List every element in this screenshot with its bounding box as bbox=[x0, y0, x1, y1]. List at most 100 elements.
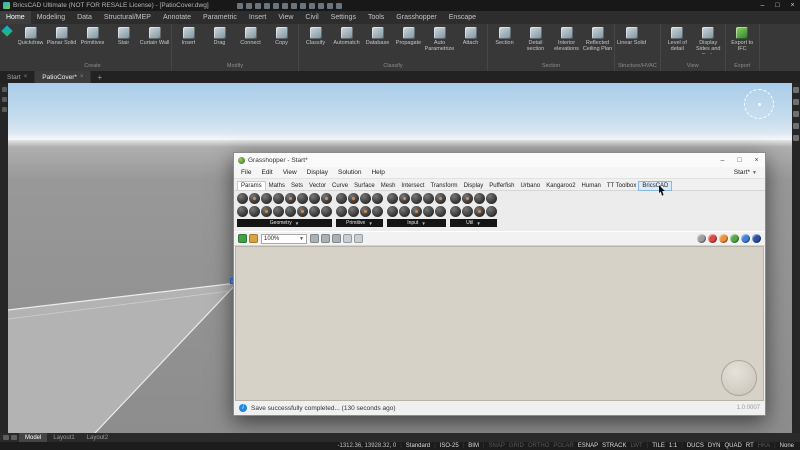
category-tab[interactable]: Kangaroo2 bbox=[543, 182, 578, 190]
ribbon-tab[interactable]: Civil bbox=[299, 11, 324, 24]
category-tab[interactable]: Vector bbox=[306, 182, 329, 190]
category-tab[interactable]: TT Toolbox bbox=[604, 182, 639, 190]
save-icon[interactable] bbox=[238, 234, 247, 243]
edge-toolbar-icon-1[interactable] bbox=[1, 87, 7, 92]
category-tab[interactable]: Sets bbox=[288, 182, 306, 190]
document-tab[interactable]: Start × bbox=[0, 71, 36, 83]
menu-item[interactable]: Edit bbox=[256, 169, 277, 176]
gh-component-icon[interactable] bbox=[336, 206, 347, 217]
ribbon-button-drag[interactable]: Drag bbox=[204, 26, 235, 46]
structure-panel-icon[interactable] bbox=[793, 111, 799, 117]
gh-component-icon[interactable] bbox=[285, 206, 296, 217]
redo-icon[interactable] bbox=[290, 2, 297, 9]
ribbon-button-connect[interactable]: Connect bbox=[235, 26, 266, 46]
grasshopper-titlebar[interactable]: Grasshopper - Start* – □ × bbox=[234, 153, 765, 167]
new-document-button[interactable]: + bbox=[91, 71, 108, 83]
gh-component-icon[interactable] bbox=[399, 193, 410, 204]
gh-component-icon[interactable] bbox=[450, 206, 461, 217]
category-tab[interactable]: Urbano bbox=[518, 182, 544, 190]
report-panel-icon[interactable] bbox=[793, 123, 799, 129]
gh-component-icon[interactable] bbox=[486, 193, 497, 204]
ribbon-button-primitives[interactable]: Primitives bbox=[77, 26, 108, 46]
zoom-target-icon[interactable] bbox=[310, 234, 319, 243]
gh-component-icon[interactable] bbox=[435, 193, 446, 204]
gh-component-icon[interactable] bbox=[435, 206, 446, 217]
maximize-button[interactable]: □ bbox=[770, 0, 785, 11]
category-tab[interactable]: Pufferfish bbox=[486, 182, 517, 190]
ribbon-button-curtain-wall[interactable]: Curtain Wall bbox=[139, 26, 170, 46]
ribbon-tab[interactable]: Data bbox=[71, 11, 98, 24]
preview-eye-icon[interactable] bbox=[321, 234, 330, 243]
gh-close-button[interactable]: × bbox=[748, 153, 765, 167]
minimize-button[interactable]: – bbox=[755, 0, 770, 11]
menu-item[interactable]: File bbox=[236, 169, 256, 176]
open-icon[interactable] bbox=[245, 2, 252, 9]
ribbon-tab[interactable]: Home bbox=[0, 11, 31, 24]
category-tab[interactable]: Maths bbox=[266, 182, 288, 190]
ribbon-tab[interactable]: Settings bbox=[325, 11, 362, 24]
grasshopper-canvas[interactable] bbox=[235, 246, 764, 401]
menu-item[interactable]: Display bbox=[302, 169, 333, 176]
gh-palette-group-label[interactable]: Primitive ▼ bbox=[336, 219, 383, 227]
status-toggle-none[interactable]: None bbox=[780, 443, 794, 449]
ribbon-button-level-of-detail[interactable]: Level of detail bbox=[662, 26, 693, 53]
close-button[interactable]: × bbox=[785, 0, 800, 11]
ribbon-tab[interactable]: Grasshopper bbox=[390, 11, 442, 24]
print-icon[interactable] bbox=[272, 2, 279, 9]
preview-wire-ball[interactable] bbox=[708, 234, 717, 243]
bricscad-app-icon[interactable] bbox=[0, 24, 14, 71]
category-tab[interactable]: Intersect bbox=[398, 182, 427, 190]
gh-component-icon[interactable] bbox=[372, 206, 383, 217]
preview-shaded-ball[interactable] bbox=[730, 234, 739, 243]
new-icon[interactable] bbox=[236, 2, 243, 9]
gh-component-icon[interactable] bbox=[462, 206, 473, 217]
gh-component-icon[interactable] bbox=[261, 206, 272, 217]
category-tab[interactable]: Surface bbox=[351, 182, 378, 190]
gh-component-icon[interactable] bbox=[237, 193, 248, 204]
save-as-icon[interactable] bbox=[263, 2, 270, 9]
layout-tab[interactable]: Model bbox=[19, 433, 48, 442]
category-tab[interactable]: Mesh bbox=[378, 182, 399, 190]
properties-panel-icon[interactable] bbox=[793, 87, 799, 93]
status-toggle-snap[interactable]: SNAP bbox=[489, 443, 505, 449]
layout-tab[interactable]: Layout1 bbox=[47, 433, 80, 442]
workspace-icon[interactable] bbox=[326, 2, 333, 9]
gh-component-icon[interactable] bbox=[399, 206, 410, 217]
status-toggle-1-1[interactable]: 1:1 bbox=[669, 443, 677, 449]
status-toggle-rt[interactable]: RT bbox=[746, 443, 754, 449]
ribbon-tab[interactable]: View bbox=[272, 11, 299, 24]
gh-component-icon[interactable] bbox=[423, 193, 434, 204]
ribbon-button-classify[interactable]: Classify bbox=[300, 26, 331, 46]
status-toggle-grid[interactable]: GRID bbox=[509, 443, 524, 449]
selected-preview-ball[interactable] bbox=[741, 234, 750, 243]
status-toggle-ducs[interactable]: DUCS bbox=[687, 443, 704, 449]
ribbon-tab[interactable]: Tools bbox=[362, 11, 390, 24]
ribbon-button-detail-section[interactable]: Detail section bbox=[520, 26, 551, 53]
gh-component-icon[interactable] bbox=[297, 206, 308, 217]
status-toggle-hka[interactable]: HKA bbox=[758, 443, 770, 449]
ribbon-tab[interactable]: Enscape bbox=[443, 11, 482, 24]
status-toggle-polar[interactable]: POLAR bbox=[553, 443, 573, 449]
close-icon[interactable]: × bbox=[24, 74, 28, 80]
edge-toolbar-icon-3[interactable] bbox=[1, 107, 7, 112]
status-toggle-ortho[interactable]: ORTHO bbox=[528, 443, 550, 449]
gh-component-icon[interactable] bbox=[321, 206, 332, 217]
gh-component-icon[interactable] bbox=[249, 206, 260, 217]
paste-icon[interactable] bbox=[317, 2, 324, 9]
gh-component-icon[interactable] bbox=[237, 206, 248, 217]
ribbon-button-reflected-ceiling-plan[interactable]: Reflected Ceiling Plan bbox=[582, 26, 613, 53]
gh-component-icon[interactable] bbox=[348, 206, 359, 217]
ribbon-button-planar-solid[interactable]: Planar Solid bbox=[46, 26, 77, 46]
gh-component-icon[interactable] bbox=[297, 193, 308, 204]
model-space-icon[interactable] bbox=[11, 435, 17, 440]
status-toggle-tile[interactable]: TILE bbox=[652, 443, 665, 449]
status-toggle-lwt[interactable]: LWT bbox=[630, 443, 642, 449]
category-tab[interactable]: BricsCAD bbox=[638, 181, 673, 196]
ribbon-button-interior-elevations[interactable]: Interior elevations bbox=[551, 26, 582, 53]
menu-item[interactable]: View bbox=[278, 169, 302, 176]
ribbon-button-copy[interactable]: Copy bbox=[266, 26, 297, 46]
ribbon-button-attach[interactable]: Attach bbox=[455, 26, 486, 46]
ribbon-button-display-sides-and-ends[interactable]: Display Sides and Ends bbox=[693, 26, 724, 54]
save-icon[interactable] bbox=[254, 2, 261, 9]
status-toggle-bim[interactable]: BIM bbox=[468, 443, 479, 449]
